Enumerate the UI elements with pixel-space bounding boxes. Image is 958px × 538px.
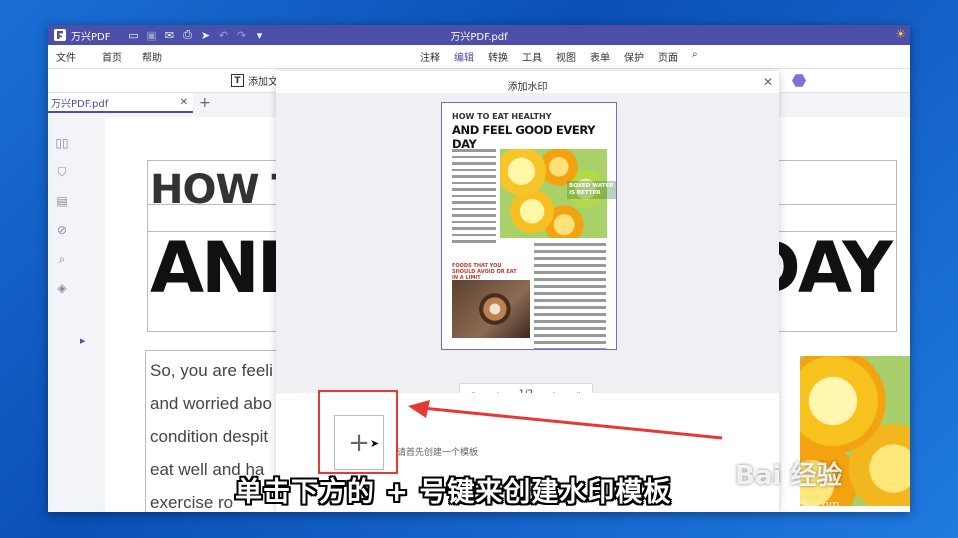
tab-close-icon[interactable]: ✕ [180, 97, 188, 108]
mail-icon[interactable]: ✉ [160, 25, 178, 45]
comment-icon[interactable]: ▤ [54, 193, 70, 209]
body-line: and worried abo [150, 394, 272, 413]
preview-text-lines-right [534, 243, 606, 349]
settings-hex-icon[interactable] [792, 74, 806, 87]
text-box-icon: T [231, 74, 244, 87]
preview-coffee-image [452, 280, 530, 338]
highlight-box [318, 390, 398, 474]
document-title: 万兴PDF.pdf [450, 31, 508, 43]
attachment-icon[interactable]: ⊘ [54, 222, 70, 238]
app-logo-icon [54, 29, 66, 41]
title-bar: 万兴PDF ▭ ▣ ✉ ⎙ ➤ ↶ ↷ ▾ 万兴PDF.pdf ☀ [48, 25, 910, 45]
menu-page[interactable]: 页面 [651, 49, 685, 64]
search-icon[interactable]: ⌕ [685, 49, 705, 64]
menu-view[interactable]: 视图 [549, 49, 583, 64]
menu-bar: 文件 首页 帮助 注释 编辑 转换 工具 视图 表单 保护 页面 ⌕ [48, 45, 910, 71]
left-sidebar: ▯▯ ⛉ ▤ ⊘ ⌕ ◈ ▶ [48, 117, 85, 512]
save-icon[interactable]: ▣ [142, 25, 160, 45]
preview-area: HOW TO EAT HEALTHY AND FEEL GOOD EVERY D… [276, 93, 779, 405]
preview-title-large: AND FEEL GOOD EVERY DAY [452, 123, 596, 151]
body-line: condition despit [150, 427, 269, 446]
add-text-button[interactable]: T 添加文 [231, 73, 278, 88]
theme-sun-icon[interactable]: ☀ [895, 27, 906, 41]
menu-convert[interactable]: 转换 [481, 49, 515, 64]
folder-icon[interactable]: ▭ [124, 25, 142, 45]
share-icon[interactable]: ➤ [196, 25, 214, 45]
menu-form[interactable]: 表单 [583, 49, 617, 64]
app-name: 万兴PDF [71, 31, 111, 43]
dialog-close-icon[interactable]: ✕ [763, 75, 773, 89]
menu-help[interactable]: 帮助 [132, 49, 172, 64]
menu-file[interactable]: 文件 [48, 49, 86, 64]
bookmark-icon[interactable]: ⛉ [54, 164, 70, 180]
new-tab-icon[interactable]: + [199, 93, 211, 113]
preview-subheading: FOODS THAT YOU SHOULD AVOID OR EAT IN A … [452, 263, 517, 281]
body-line: So, you are feeli [150, 361, 273, 380]
redo-icon[interactable]: ↷ [232, 25, 250, 45]
expand-arrow-icon[interactable]: ▶ [80, 337, 85, 345]
add-text-label: 添加文 [248, 77, 278, 88]
instruction-caption: 单击下方的 + 号键来创建水印模板 [235, 477, 672, 508]
preview-title-small: HOW TO EAT HEALTHY [452, 112, 552, 121]
preview-text-lines [452, 149, 496, 247]
baidu-watermark: Bai 经验 [735, 461, 843, 491]
menu-home[interactable]: 首页 [92, 49, 132, 64]
tab-document[interactable]: 万兴PDF.pdf ✕ [48, 93, 193, 113]
layers-icon[interactable]: ◈ [54, 280, 70, 296]
menu-edit[interactable]: 编辑 [447, 49, 481, 71]
preview-badge: BOXED WATER IS BETTER [567, 181, 616, 199]
search-panel-icon[interactable]: ⌕ [54, 251, 70, 267]
tab-label: 万兴PDF.pdf [51, 98, 109, 110]
red-arrow-annotation [408, 400, 723, 440]
dropdown-icon[interactable]: ▾ [250, 25, 268, 45]
preview-page: HOW TO EAT HEALTHY AND FEEL GOOD EVERY D… [441, 102, 617, 350]
undo-icon[interactable]: ↶ [214, 25, 232, 45]
dialog-title: 添加水印 [507, 82, 548, 93]
menu-tools[interactable]: 工具 [515, 49, 549, 64]
menu-comment[interactable]: 注释 [413, 49, 447, 64]
baidu-watermark-url: jingyan.baidu.com [738, 498, 840, 511]
thumbnails-icon[interactable]: ▯▯ [54, 135, 70, 151]
print-icon[interactable]: ⎙ [178, 25, 196, 45]
menu-protect[interactable]: 保护 [617, 49, 651, 64]
